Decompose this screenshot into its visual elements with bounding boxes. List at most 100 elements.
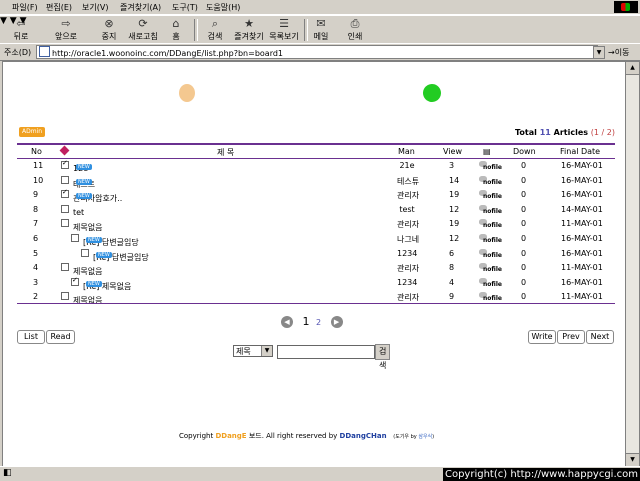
row-date: 16-MAY-01 (561, 175, 603, 185)
row-down: 0 (521, 204, 527, 214)
prev-page-icon[interactable]: ◀ (281, 316, 293, 328)
author-link[interactable]: DDangCHan (340, 432, 387, 440)
row-checkbox[interactable] (61, 204, 69, 213)
row-view: 4 (449, 277, 455, 287)
row-man[interactable]: test (397, 205, 417, 214)
mail-icon: ✉ (316, 17, 326, 30)
row-man[interactable]: 관리자 (397, 219, 419, 230)
row-view: 6 (449, 248, 455, 258)
search-submit-button[interactable]: 검색 (375, 344, 391, 370)
stop-button[interactable]: ⊗ 중지 (98, 18, 120, 42)
table-row[interactable]: 5 [Re] 답변글임당 NEW 1234 6 nofile 0 16-MAY-01 (17, 246, 615, 262)
menu-file[interactable]: 파일(F) (12, 2, 38, 13)
row-date: 16-MAY-01 (561, 248, 603, 258)
address-input[interactable]: http://oracle1.woonoinc.com/DDangE/list.… (36, 45, 598, 59)
address-dropdown-icon[interactable]: ▼ (593, 46, 605, 59)
table-row[interactable]: 2 제목없음 관리자 9 nofile 0 11-MAY-01 (17, 289, 615, 305)
row-view: 19 (449, 190, 460, 200)
forward-button[interactable]: ⇨ 앞으로 (52, 18, 80, 42)
favorites-icon: ★ (244, 17, 254, 30)
search-input[interactable] (277, 345, 375, 359)
menu-tools[interactable]: 도구(T) (172, 2, 198, 13)
row-date: 14-MAY-01 (561, 204, 603, 214)
vertical-scrollbar[interactable]: ▲ ▼ (625, 61, 640, 467)
row-view: 8 (449, 263, 455, 273)
page-icon (39, 46, 50, 57)
row-man[interactable]: 관리자 (397, 190, 419, 201)
board-header: No 제 목 Man View ▤ Down Final Date (17, 143, 615, 159)
back-button[interactable]: ⇦ 뒤로 (10, 18, 32, 42)
table-row[interactable]: 3[Re] 제목없음NEW12344nofile016-MAY-01 (17, 275, 615, 291)
table-row[interactable]: 8 tet test 12 nofile 0 14-MAY-01 (17, 202, 615, 217)
next-page-icon[interactable]: ▶ (330, 316, 343, 328)
list-button[interactable]: List (17, 330, 45, 344)
header-subject: 제 목 (217, 148, 235, 157)
row-checkbox[interactable] (61, 188, 69, 199)
table-row[interactable]: 4 제목없음 관리자 8 nofile 0 11-MAY-01 (17, 260, 615, 276)
row-man[interactable]: 관리자 (397, 292, 419, 303)
print-button[interactable]: ⎙ 인쇄 (346, 18, 364, 42)
page-status-icon: ◧ (3, 468, 12, 478)
menu-view[interactable]: 보기(V) (82, 2, 108, 13)
row-no: 11 (33, 161, 44, 170)
row-checkbox[interactable] (61, 263, 69, 272)
table-row[interactable]: 10테스트NEW테스튜14nofile016-MAY-01 (17, 173, 615, 189)
row-checkbox[interactable] (61, 175, 69, 184)
next-button[interactable]: Next (586, 330, 614, 344)
table-row[interactable]: 1112eNEW21e3nofile016-MAY-01 (17, 158, 615, 173)
nofile-icon: nofile (479, 278, 502, 288)
back-dropdown-icon[interactable]: ▼ (0, 16, 7, 26)
scroll-up-icon[interactable]: ▲ (626, 62, 639, 75)
row-view: 12 (449, 204, 460, 214)
row-checkbox[interactable] (81, 248, 89, 257)
home-button[interactable]: ⌂ 홈 (166, 18, 186, 42)
table-row[interactable]: 7 제목없음 관리자 19 nofile 0 11-MAY-01 (17, 216, 615, 232)
prev-button[interactable]: Prev (557, 330, 585, 344)
windows-logo-icon (614, 1, 638, 13)
search-button[interactable]: ⌕ 검색 (204, 18, 226, 42)
nofile-icon: nofile (479, 219, 502, 229)
row-down: 0 (521, 219, 527, 229)
row-down: 0 (521, 190, 527, 200)
refresh-button[interactable]: ⟳ 새로고침 (126, 18, 160, 42)
row-man[interactable]: 21e (397, 161, 417, 170)
row-man[interactable]: 1234 (397, 249, 417, 258)
row-man[interactable]: 테스튜 (397, 176, 419, 187)
select-all-diamond-icon[interactable] (59, 145, 70, 156)
row-no: 8 (33, 204, 39, 214)
row-checkbox[interactable] (61, 159, 69, 169)
scroll-down-icon[interactable]: ▼ (626, 453, 639, 466)
menu-favorites[interactable]: 즐겨찾기(A) (120, 2, 161, 13)
history-button[interactable]: ☰ 목록보기 (268, 18, 300, 42)
nofile-icon: nofile (479, 292, 502, 302)
row-checkbox[interactable] (71, 276, 79, 286)
admin-badge[interactable]: ADmin (19, 127, 45, 137)
new-badge: NEW (96, 251, 112, 258)
page-link[interactable]: 2 (316, 318, 321, 327)
write-button[interactable]: Write (528, 330, 556, 344)
row-date: 16-MAY-01 (561, 161, 603, 170)
row-view: 12 (449, 234, 460, 243)
row-no: 10 (33, 175, 44, 185)
table-row[interactable]: 9관리자암호가..NEW관리자19nofile016-MAY-01 (17, 187, 615, 203)
row-date: 16-MAY-01 (561, 234, 603, 243)
status-bar: ◧ Copyright(c) http://www.happycgi.com (0, 466, 640, 481)
row-man[interactable]: 나그네 (397, 234, 419, 245)
row-checkbox[interactable] (61, 219, 69, 228)
menu-help[interactable]: 도움말(H) (206, 2, 240, 13)
row-man[interactable]: 1234 (397, 278, 417, 287)
copyright-banner: Copyright(c) http://www.happycgi.com (442, 468, 640, 481)
search-field-select[interactable]: 제목 ▼ (233, 345, 273, 357)
row-checkbox[interactable] (71, 234, 79, 242)
header-view: View (443, 147, 462, 156)
menu-edit[interactable]: 편집(E) (46, 2, 72, 13)
favorites-button[interactable]: ★ 즐겨찾기 (232, 18, 266, 42)
file-header-icon: ▤ (483, 147, 491, 156)
current-page: 1 (302, 315, 310, 328)
go-button[interactable]: →이동 (608, 47, 629, 58)
mail-button[interactable]: ✉ 메일 (312, 18, 330, 42)
read-button[interactable]: Read (46, 330, 75, 344)
row-checkbox[interactable] (61, 292, 69, 301)
row-man[interactable]: 관리자 (397, 263, 419, 274)
table-row[interactable]: 6 [Re] 답변글임당 NEW 나그네 12 nofile 0 16-MAY-01 (17, 231, 615, 247)
